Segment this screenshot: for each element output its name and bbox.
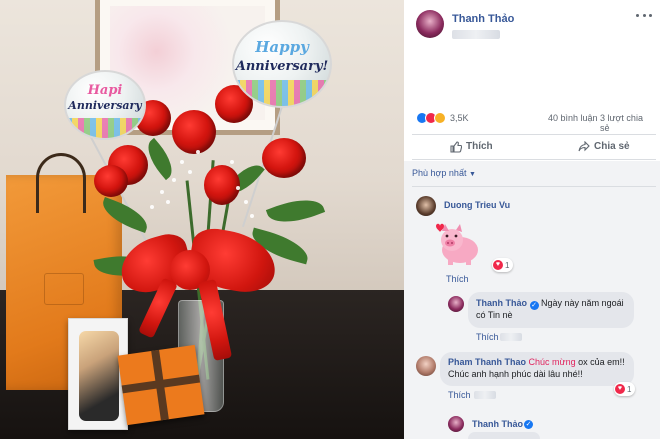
reply-like-link[interactable]: Thích xyxy=(476,332,499,342)
comment-reaction-count: 1 xyxy=(505,260,510,270)
commenter-avatar[interactable] xyxy=(416,196,436,216)
post-timestamp-redacted xyxy=(452,30,500,39)
reply-avatar[interactable] xyxy=(448,296,464,312)
comment-highlight: Chúc mừng xyxy=(528,357,576,367)
post-sidebar: Thanh Thảo 3,5K 40 bình luận 3 lượt chia… xyxy=(404,0,660,439)
red-rose xyxy=(172,110,216,154)
babys-breath xyxy=(166,200,170,204)
red-rose xyxy=(262,138,306,178)
bag-logo xyxy=(44,273,84,305)
red-rose xyxy=(94,165,128,197)
more-options-icon[interactable] xyxy=(636,14,652,20)
balloon-right-line1: Happy xyxy=(255,38,309,56)
comment-like-link[interactable]: Thích xyxy=(446,274,469,284)
reply-time-redacted xyxy=(500,333,522,341)
iphone-box xyxy=(68,318,128,430)
babys-breath xyxy=(160,190,164,194)
reaction-count[interactable]: 3,5K xyxy=(450,113,469,123)
comment-reactions[interactable]: ♥ 1 xyxy=(614,382,636,396)
comment-author[interactable]: Pham Thanh Thao xyxy=(448,357,526,367)
babys-breath xyxy=(236,186,240,190)
reply-avatar[interactable] xyxy=(448,416,464,432)
share-button[interactable]: Chia sẻ xyxy=(578,141,630,152)
orange-gift-box xyxy=(117,344,205,426)
verified-badge-icon: ✓ xyxy=(529,301,539,310)
comment-like-link[interactable]: Thích xyxy=(448,390,471,400)
author-avatar[interactable] xyxy=(416,10,444,38)
photo-viewer: Hapi Anniversary Happy Anniversary! Than… xyxy=(0,0,660,439)
babys-breath xyxy=(150,205,154,209)
comment-sort-dropdown[interactable]: Phù hợp nhất ▼ xyxy=(412,168,476,178)
phone-image xyxy=(79,331,119,421)
post-header: Thanh Thảo xyxy=(416,10,652,50)
divider xyxy=(412,186,656,187)
balloon-left-line1: Hapi xyxy=(87,83,123,98)
share-arrow-icon xyxy=(578,141,590,152)
babys-breath xyxy=(188,170,192,174)
babys-breath xyxy=(250,214,254,218)
balloon-right-line2: Anniversary! xyxy=(235,59,329,74)
comment-reaction-count: 1 xyxy=(627,384,632,394)
balloon-stripes xyxy=(66,118,144,138)
reply-author[interactable]: Thanh Thảo xyxy=(472,419,523,429)
sort-label: Phù hợp nhất xyxy=(412,168,467,178)
reply-bubble xyxy=(468,432,540,439)
balloon-stripes xyxy=(234,80,330,106)
babys-breath xyxy=(180,160,184,164)
comment-text: Pham Thanh Thao Chúc mừng ox của em!! Ch… xyxy=(448,356,630,380)
babys-breath xyxy=(196,150,200,154)
balloon-left-line2: Anniversary xyxy=(68,99,142,112)
babys-breath xyxy=(230,160,234,164)
comment-time-redacted xyxy=(474,391,496,399)
comment-reactions[interactable]: ♥ 1 xyxy=(492,258,514,272)
share-count[interactable]: 3 lượt chia sẻ xyxy=(600,113,652,133)
commenter-name[interactable]: Duong Trieu Vu xyxy=(444,200,510,210)
like-button[interactable]: Thích xyxy=(450,141,493,153)
babys-breath xyxy=(172,178,176,182)
like-label: Thích xyxy=(466,141,493,152)
thumbs-up-icon xyxy=(450,141,462,153)
pink-pig-sticker xyxy=(436,223,478,265)
verified-badge-icon: ✓ xyxy=(524,420,533,429)
reply-text: Thanh Thảo ✓ Ngày này năm ngoái có Tin n… xyxy=(476,297,630,321)
red-rose xyxy=(204,165,240,205)
reply-author[interactable]: Thanh Thảo xyxy=(476,298,527,308)
comment-count[interactable]: 40 bình luận xyxy=(548,113,598,123)
heart-icon: ♥ xyxy=(493,260,503,270)
post-actions-bar: Thích Chia sẻ xyxy=(412,134,656,160)
wow-icon xyxy=(434,112,446,124)
babys-breath xyxy=(244,200,248,204)
heart-icon: ♥ xyxy=(615,384,625,394)
anniversary-balloon-right: Happy Anniversary! xyxy=(232,20,332,108)
caret-down-icon: ▼ xyxy=(468,171,476,178)
bag-handle xyxy=(36,153,86,213)
author-name[interactable]: Thanh Thảo xyxy=(452,13,514,25)
share-label: Chia sẻ xyxy=(594,141,630,152)
post-photo[interactable]: Hapi Anniversary Happy Anniversary! xyxy=(0,0,404,439)
commenter-avatar[interactable] xyxy=(416,356,436,376)
anniversary-balloon-left: Hapi Anniversary xyxy=(64,70,146,140)
reactions-summary[interactable]: 3,5K 40 bình luận 3 lượt chia sẻ xyxy=(416,112,652,133)
